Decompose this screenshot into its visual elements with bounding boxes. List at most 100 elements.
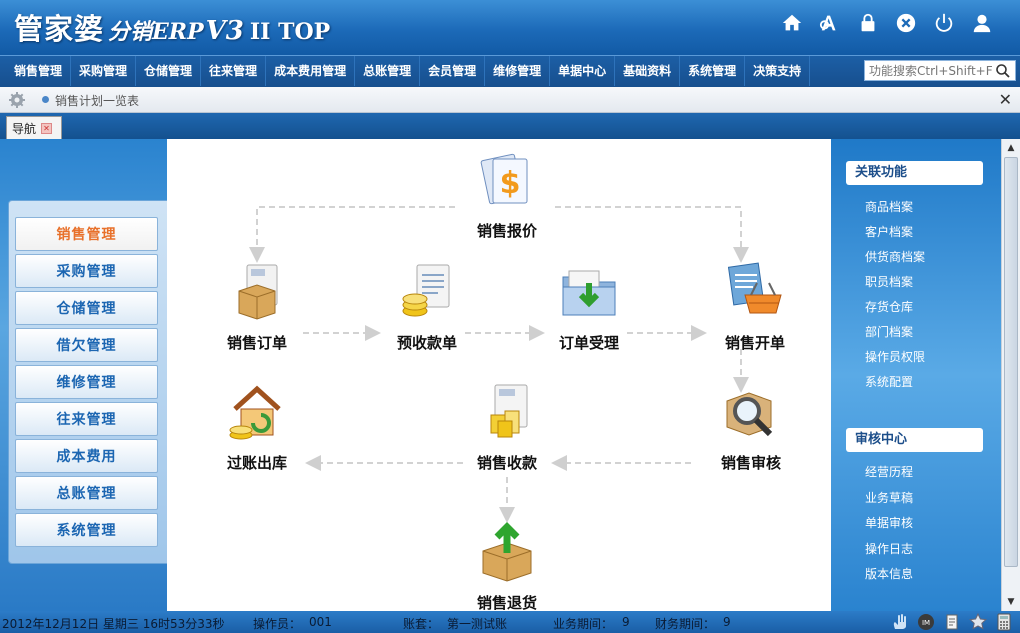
- quote-document-icon: $: [480, 153, 528, 205]
- scroll-thumb[interactable]: [1004, 157, 1018, 567]
- node-sales-invoice[interactable]: 销售开单: [695, 261, 815, 353]
- related-link-department[interactable]: 部门档案: [865, 323, 913, 340]
- main-menu-bar: 销售管理 采购管理 仓储管理 往来管理 成本费用管理 总账管理 会员管理 维修管…: [0, 55, 1020, 87]
- calculator-icon[interactable]: [994, 612, 1014, 632]
- left-nav-purchase[interactable]: 采购管理: [15, 254, 158, 288]
- menu-system[interactable]: 系统管理: [680, 56, 746, 86]
- logo-main-text: 管家婆: [14, 12, 105, 46]
- node-sales-audit[interactable]: 销售审核: [691, 381, 811, 473]
- menu-cost[interactable]: 成本费用管理: [266, 56, 356, 86]
- left-nav-system[interactable]: 系统管理: [15, 513, 158, 547]
- menu-repair[interactable]: 维修管理: [485, 56, 551, 86]
- node-label: 过账出库: [226, 454, 287, 472]
- home-icon[interactable]: [780, 11, 804, 35]
- star-icon[interactable]: [968, 612, 988, 632]
- audit-link-version[interactable]: 版本信息: [865, 565, 913, 582]
- node-label: 销售收款: [476, 454, 537, 472]
- related-functions-title: 关联功能: [846, 161, 983, 185]
- left-nav-cost[interactable]: 成本费用: [15, 439, 158, 473]
- node-sales-order[interactable]: 销售订单: [197, 261, 317, 353]
- menu-accounts[interactable]: 往来管理: [201, 56, 267, 86]
- search-icon[interactable]: [995, 63, 1011, 79]
- status-bar: 2012年12月12日 星期三 16时53分33秒 操作员： 001 账套： 第…: [0, 611, 1020, 633]
- node-label: 销售退货: [476, 594, 537, 611]
- audit-link-drafts[interactable]: 业务草稿: [865, 489, 913, 506]
- prepayment-coins-icon: [402, 264, 450, 317]
- vertical-scrollbar[interactable]: ▲ ▼: [1001, 139, 1020, 611]
- menu-warehouse[interactable]: 仓储管理: [136, 56, 202, 86]
- left-nav-panel: 销售管理 采购管理 仓储管理 借欠管理 维修管理 往来管理 成本费用 总账管理 …: [0, 139, 168, 611]
- menu-decision[interactable]: 决策支持: [745, 56, 811, 86]
- status-account-value: 第一测试账: [447, 617, 508, 631]
- logo-edition-text: II TOP: [249, 19, 331, 45]
- arrow-quote-to-order: [249, 206, 455, 263]
- status-datetime: 2012年12月12日 星期三 16时53分33秒: [2, 617, 225, 631]
- hand-icon[interactable]: [890, 612, 910, 632]
- power-icon[interactable]: [932, 11, 956, 35]
- status-biz-period-value: 9: [622, 615, 630, 629]
- svg-text:$: $: [500, 166, 521, 201]
- lock-icon[interactable]: [856, 11, 880, 35]
- message-icon[interactable]: IM: [916, 612, 936, 632]
- function-search-input[interactable]: [865, 63, 995, 78]
- left-nav-ledger[interactable]: 总账管理: [15, 476, 158, 510]
- node-prepayment[interactable]: 预收款单: [367, 261, 487, 353]
- house-coins-icon: [229, 385, 281, 440]
- scroll-up-icon[interactable]: ▲: [1004, 141, 1018, 155]
- left-nav-warehouse[interactable]: 仓储管理: [15, 291, 158, 325]
- note-icon[interactable]: [942, 612, 962, 632]
- node-sales-receipt[interactable]: 销售收款: [447, 381, 567, 473]
- user-icon[interactable]: [970, 11, 994, 35]
- node-order-accept[interactable]: 订单受理: [529, 261, 649, 353]
- folder-download-icon: [562, 270, 616, 316]
- audit-link-op-log[interactable]: 操作日志: [865, 540, 913, 557]
- tab-close-icon[interactable]: ✕: [41, 122, 53, 134]
- close-circle-icon[interactable]: [894, 11, 918, 35]
- close-icon[interactable]: ✕: [999, 90, 1012, 109]
- related-link-staff[interactable]: 职员档案: [865, 273, 913, 290]
- return-box-icon: [482, 522, 532, 582]
- left-nav-accounts[interactable]: 往来管理: [15, 402, 158, 436]
- node-sales-return[interactable]: 销售退货: [447, 521, 567, 611]
- node-label: 销售报价: [476, 222, 537, 240]
- related-link-system-config[interactable]: 系统配置: [865, 373, 913, 390]
- left-nav-repair[interactable]: 维修管理: [15, 365, 158, 399]
- related-link-product[interactable]: 商品档案: [865, 198, 913, 215]
- font-size-icon[interactable]: [818, 11, 842, 35]
- logo-sub-text: 分销ERP: [108, 19, 204, 45]
- menu-documents[interactable]: 单据中心: [550, 56, 616, 86]
- audit-center-title: 审核中心: [846, 428, 983, 452]
- workflow-canvas: $ 销售报价 销售订单 预收款单 订单受理 销售开单 过账出库 销售收款 销售审…: [167, 139, 831, 611]
- related-link-supplier[interactable]: 供货商档案: [865, 248, 925, 265]
- menu-sales[interactable]: 销售管理: [6, 56, 72, 86]
- menu-basic-data[interactable]: 基础资料: [615, 56, 681, 86]
- audit-link-doc-audit[interactable]: 单据审核: [865, 514, 913, 531]
- menu-ledger[interactable]: 总账管理: [355, 56, 421, 86]
- node-post-outbound[interactable]: 过账出库: [197, 381, 317, 473]
- gear-icon[interactable]: [9, 92, 25, 108]
- menu-member[interactable]: 会员管理: [420, 56, 486, 86]
- bullet-icon: [42, 96, 49, 103]
- status-biz-period-label: 业务期间：: [553, 617, 614, 631]
- related-link-operator-rights[interactable]: 操作员权限: [865, 348, 925, 365]
- node-label: 订单受理: [558, 334, 619, 352]
- title-bar: 管家婆 分销ERP V3 II TOP: [0, 0, 1020, 55]
- menu-purchase[interactable]: 采购管理: [71, 56, 137, 86]
- tab-navigation[interactable]: 导航 ✕: [6, 116, 62, 139]
- tab-label: 导航: [12, 121, 37, 136]
- receipt-coins-icon: [490, 384, 528, 438]
- logo-version-text: V3: [205, 16, 244, 46]
- right-panel: 关联功能 商品档案 客户档案 供货商档案 职员档案 存货仓库 部门档案 操作员权…: [831, 139, 1001, 611]
- breadcrumb-text[interactable]: 销售计划一览表: [55, 92, 139, 109]
- scroll-down-icon[interactable]: ▼: [1004, 595, 1018, 609]
- status-operator-label: 操作员：: [253, 617, 302, 631]
- left-nav-sales[interactable]: 销售管理: [15, 217, 158, 251]
- audit-link-history[interactable]: 经营历程: [865, 463, 913, 480]
- related-link-warehouse[interactable]: 存货仓库: [865, 298, 913, 315]
- related-link-customer[interactable]: 客户档案: [865, 223, 913, 240]
- left-nav-loans[interactable]: 借欠管理: [15, 328, 158, 362]
- app-logo: 管家婆 分销ERP V3 II TOP: [14, 6, 330, 46]
- function-search-box: [864, 60, 1016, 81]
- status-account-label: 账套：: [403, 617, 440, 631]
- node-sales-quote[interactable]: $ 销售报价: [447, 149, 567, 241]
